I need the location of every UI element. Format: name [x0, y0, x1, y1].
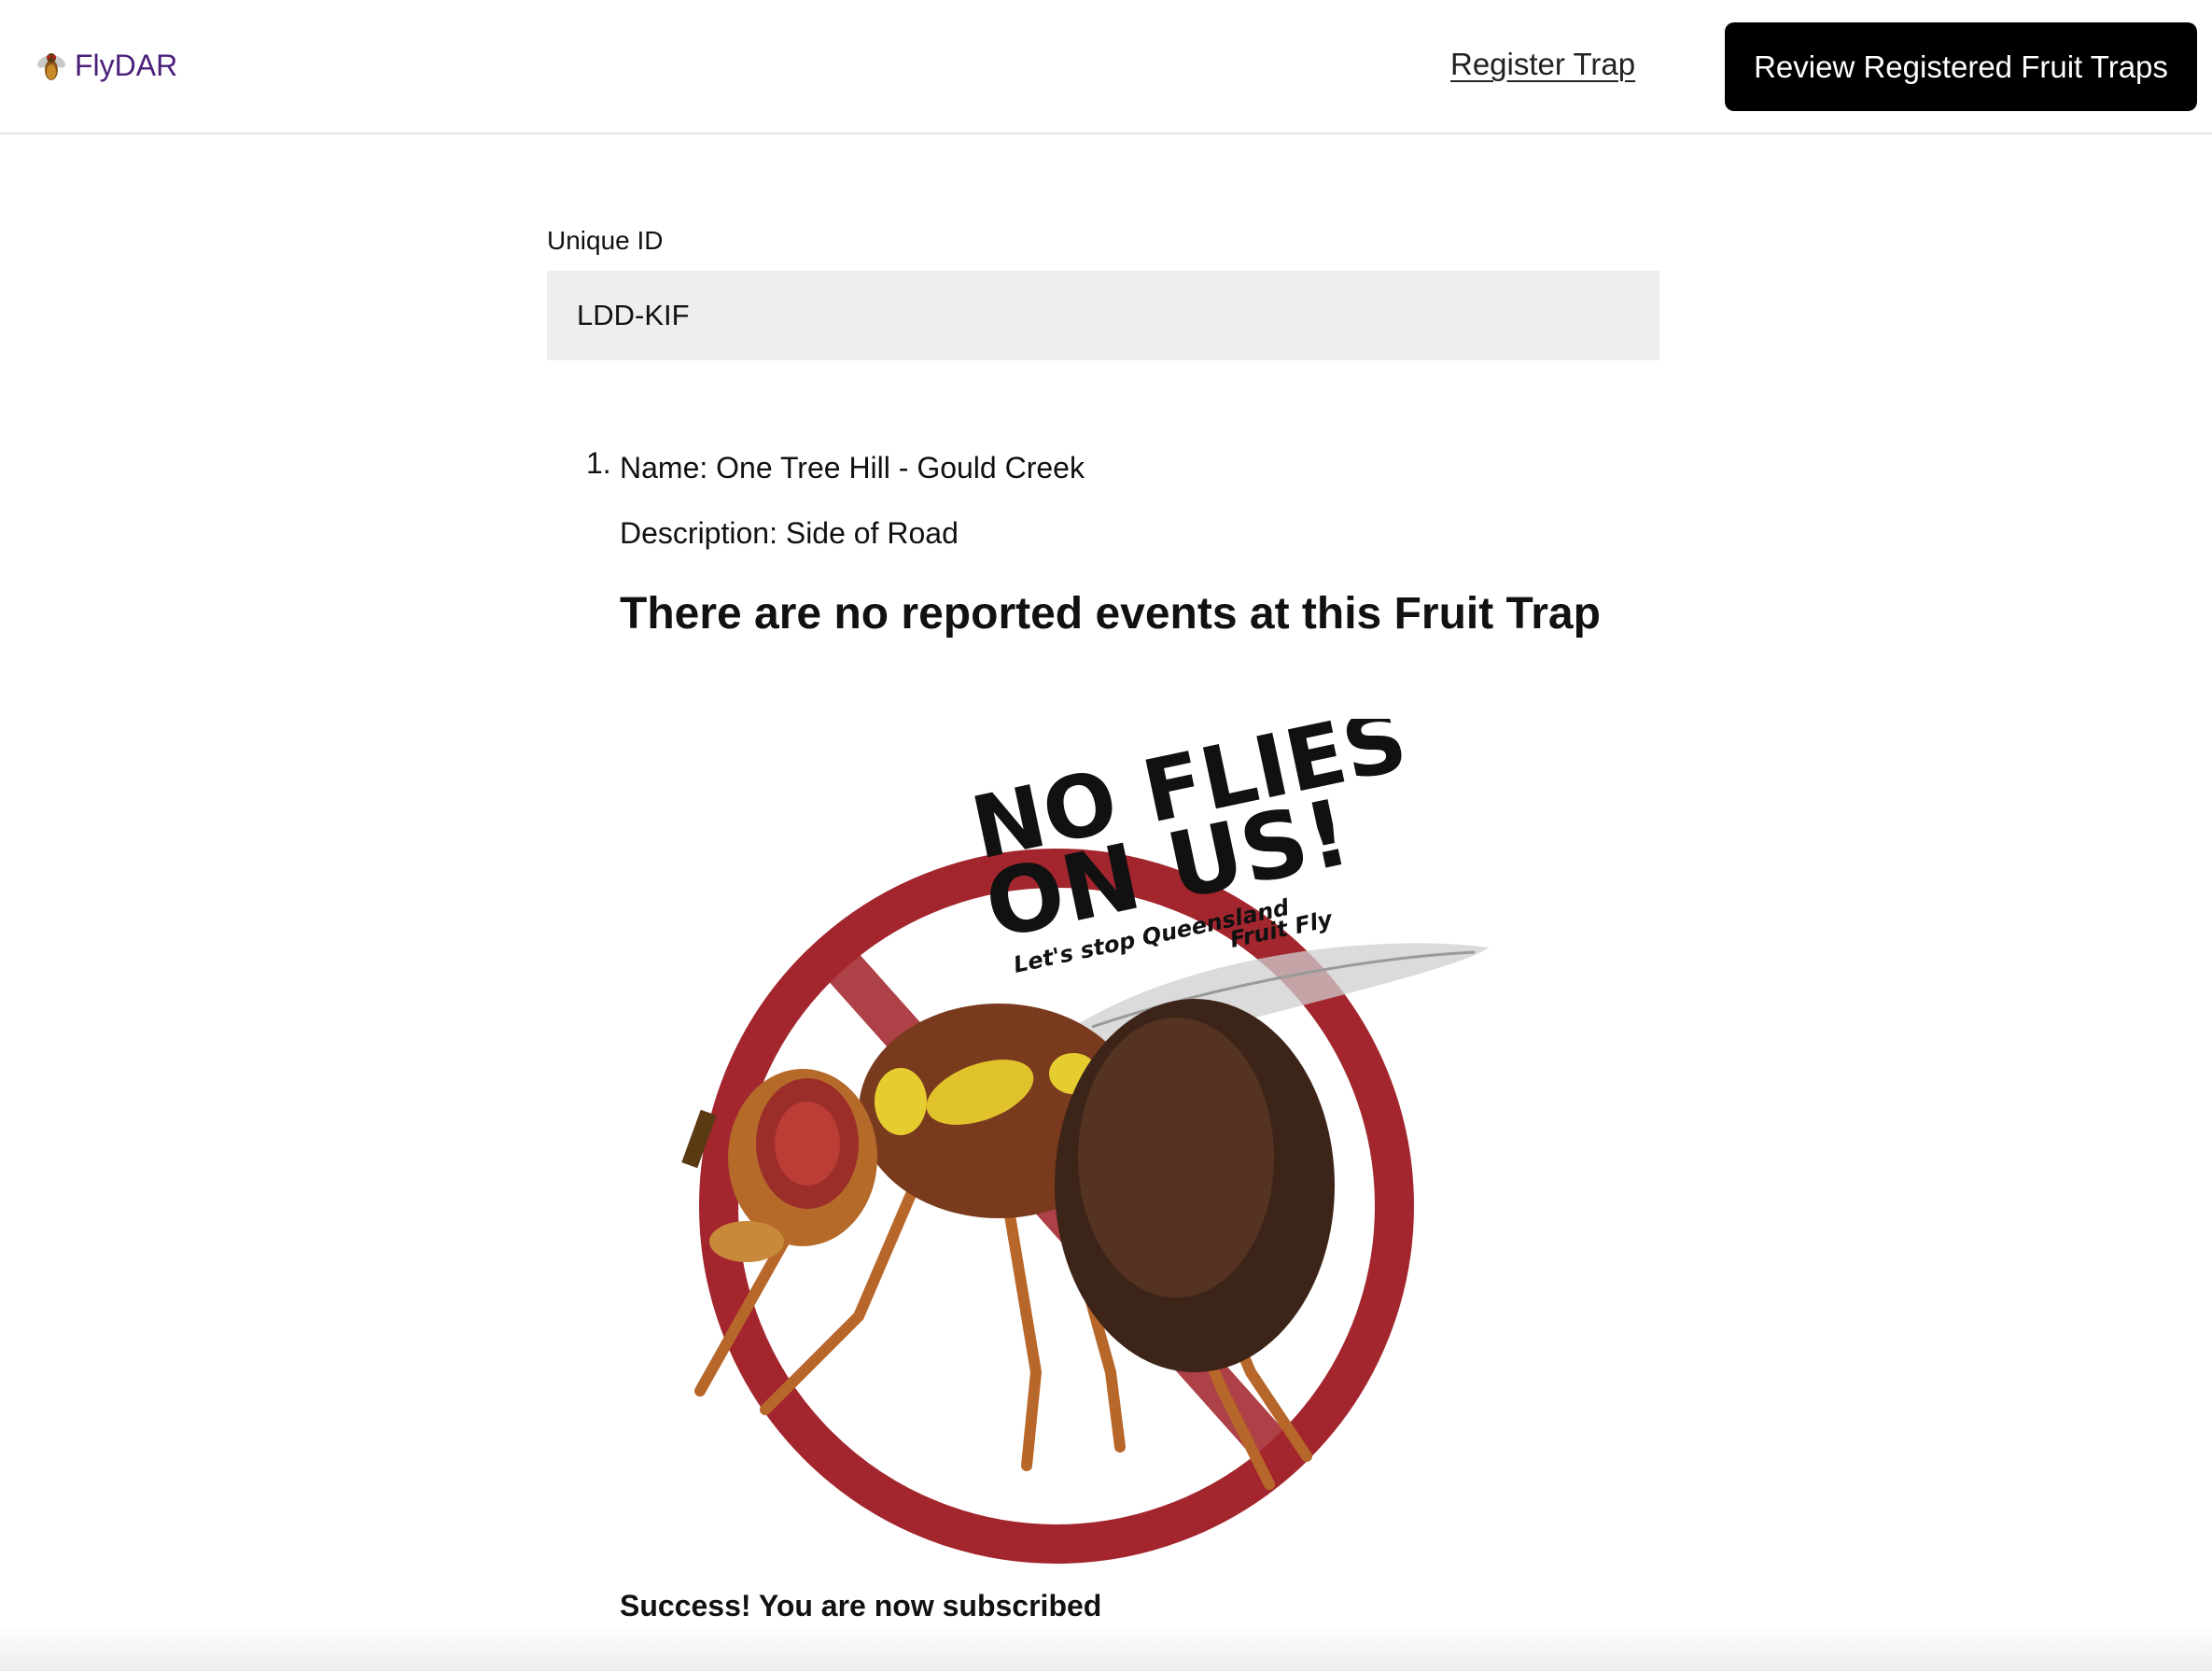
- trap-list-item: 1. Name: One Tree Hill - Gould Creek Des…: [579, 446, 1699, 640]
- register-trap-link[interactable]: Register Trap: [1450, 47, 1635, 82]
- trap-number: 1.: [586, 446, 611, 480]
- fly-icon: [37, 53, 65, 80]
- trap-list: 1. Name: One Tree Hill - Gould Creek Des…: [579, 446, 1699, 640]
- brand-home-link[interactable]: FlyDAR: [35, 47, 177, 84]
- subscribe-success-message: Success! You are now subscribed: [620, 1589, 1102, 1622]
- unique-id-label: Unique ID: [547, 226, 664, 255]
- top-nav-bar: FlyDAR Register Trap Review Registered F…: [0, 0, 2212, 134]
- no-flies-logo-graphic: NO FLIES ON US! Let's stop Queensland Fr…: [681, 690, 1489, 1564]
- page: FlyDAR Register Trap Review Registered F…: [0, 0, 2212, 1671]
- trap-description: Description: Side of Road: [620, 516, 959, 550]
- trap-name: Name: One Tree Hill - Gould Creek: [620, 451, 1085, 484]
- unique-id-input[interactable]: [547, 271, 1659, 360]
- brand-name: FlyDAR: [75, 48, 178, 82]
- review-traps-button[interactable]: Review Registered Fruit Traps: [1725, 22, 2197, 111]
- bottom-scroll-shadow: [0, 1624, 2212, 1671]
- no-flies-logo: NO FLIES ON US! Let's stop Queensland Fr…: [672, 690, 1512, 1578]
- no-events-heading: There are no reported events at this Fru…: [620, 589, 1601, 639]
